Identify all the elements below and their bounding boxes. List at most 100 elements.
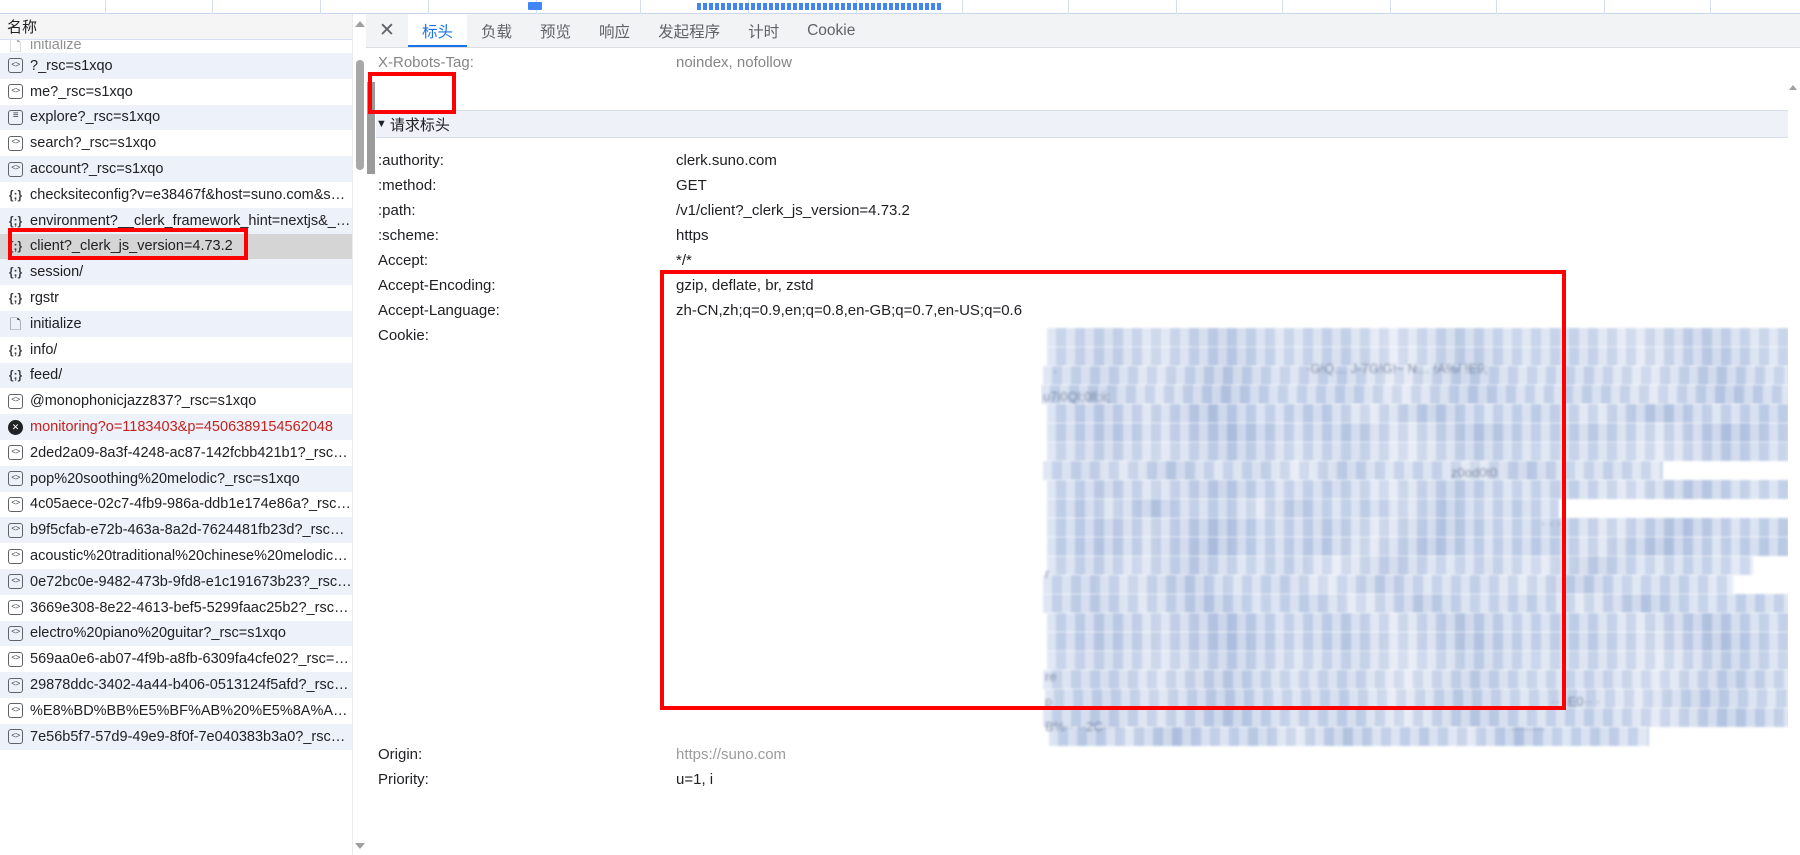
- request-list-item[interactable]: <> 7e56b5f7-57d9-49e9-8f0f-7e040383b3a0?_…: [0, 723, 352, 750]
- code-icon: <>: [8, 84, 23, 100]
- request-headers-section-toggle[interactable]: ▼ 请求标头: [366, 110, 1800, 138]
- request-list-item[interactable]: <> 0e72bc0e-9482-473b-9fd8-e1c191673b23?_…: [0, 568, 352, 595]
- tab-4[interactable]: 发起程序: [644, 14, 734, 47]
- request-list-item[interactable]: <> %E8%BD%BB%E5%BF%AB%20%E5%8A%A8%E…: [0, 697, 352, 724]
- json-icon: {;}: [8, 213, 23, 228]
- tab-3[interactable]: 响应: [585, 14, 644, 47]
- overview-tick: [105, 0, 106, 14]
- code-icon: <>: [8, 445, 23, 461]
- detail-triangle-up-icon[interactable]: [1789, 85, 1797, 90]
- overview-tick: [1604, 0, 1605, 14]
- detail-gutter-thumb[interactable]: [367, 82, 375, 174]
- header-row: Accept-Language: zh-CN,zh;q=0.9,en;q=0.8,…: [366, 298, 1800, 323]
- detail-left-gutter[interactable]: [366, 82, 376, 855]
- code-icon: <>: [8, 393, 23, 409]
- request-list-item[interactable]: <> me?_rsc=s1xqo: [0, 78, 352, 105]
- request-list-item[interactable]: <> @monophonicjazz837?_rsc=s1xqo: [0, 388, 352, 415]
- request-list-item[interactable]: {;} info/: [0, 336, 352, 363]
- code-icon: <>: [8, 522, 23, 538]
- redaction-line: [1047, 480, 1800, 499]
- triangle-down-icon[interactable]: [354, 840, 365, 851]
- request-list-item[interactable]: <> ?_rsc=s1xqo: [0, 53, 352, 79]
- request-list-item-label: 0e72bc0e-9482-473b-9fd8-e1c191673b23?_rs…: [30, 573, 352, 590]
- request-list-item[interactable]: <> search?_rsc=s1xqo: [0, 130, 352, 157]
- request-list-item[interactable]: <> 4c05aece-02c7-4fb9-986a-ddb1e174e86a?_…: [0, 491, 352, 518]
- request-list-item[interactable]: 🗋 initialize: [0, 310, 352, 337]
- overview-tick: [1496, 0, 1497, 14]
- request-list-item[interactable]: ✕ monitoring?o=1183403&p=4506389154562048: [0, 414, 352, 440]
- request-list-item[interactable]: {;} feed/: [0, 362, 352, 389]
- request-list-scrollbar[interactable]: [352, 14, 365, 855]
- overview-request-bar[interactable]: [697, 3, 942, 10]
- redaction-line: [1047, 423, 1800, 442]
- request-list-item[interactable]: ≡ explore?_rsc=s1xqo: [0, 104, 352, 131]
- request-list-item[interactable]: <> b9f5cfab-e72b-463a-8a2d-7624481fb23d?_…: [0, 517, 352, 544]
- redaction-text-fragment: re: [1045, 669, 1057, 684]
- tab-0[interactable]: 标头: [408, 14, 468, 47]
- request-list-item[interactable]: {;} rgstr: [0, 285, 352, 311]
- header-value: /v1/client?_clerk_js_version=4.73.2: [676, 202, 910, 219]
- request-list-item[interactable]: <> electro%20piano%20guitar?_rsc=s1xqo: [0, 620, 352, 647]
- request-list-item[interactable]: {;} client?_clerk_js_version=4.73.2: [0, 233, 352, 260]
- request-list-item-label: me?_rsc=s1xqo: [30, 83, 133, 100]
- header-value: gzip, deflate, br, zstd: [676, 277, 814, 294]
- overview-tick: [1068, 0, 1069, 14]
- redaction-text-fragment: ·G!Q… J-7G!G!~ N… !A%/ !E9;: [1306, 361, 1488, 376]
- request-list-item[interactable]: <> 29878ddc-3402-4a44-b406-0513124f5afd?_…: [0, 672, 352, 698]
- json-icon: {;}: [8, 239, 23, 254]
- detail-tabbar: ✕ 标头 负载 预览 响应 发起程序 计时 Cookie: [366, 14, 1800, 48]
- overview-tick: [1176, 0, 1177, 14]
- code-icon: <>: [8, 496, 23, 512]
- code-icon: <>: [8, 703, 23, 719]
- code-icon: <>: [8, 135, 23, 151]
- json-icon: {;}: [8, 342, 23, 357]
- redaction-line: [1043, 594, 1800, 613]
- redaction-line: [1041, 385, 1800, 404]
- request-list-item[interactable]: <> 569aa0e6-ab07-4f9b-a8fb-6309fa4cfe02?_…: [0, 646, 352, 673]
- tab-6[interactable]: Cookie: [793, 14, 869, 47]
- request-list-item[interactable]: <> 2ded2a09-8a3f-4248-ac87-142fcbb421b1?_…: [0, 439, 352, 466]
- redaction-line: [1047, 404, 1800, 423]
- request-list-item-label: ?_rsc=s1xqo: [30, 57, 113, 74]
- column-header-name-label: 名称: [7, 19, 38, 36]
- overview-tick: [428, 0, 429, 14]
- close-icon[interactable]: ✕: [366, 14, 408, 47]
- triangle-up-icon[interactable]: [354, 18, 365, 29]
- scrollbar-thumb[interactable]: [355, 60, 364, 170]
- request-list-item-label: checksiteconfig?v=e38467f&host=suno.com&…: [30, 186, 346, 203]
- request-list-column-header[interactable]: 名称: [0, 14, 352, 40]
- header-key: Priority:: [378, 771, 429, 788]
- redaction-line: [1043, 708, 1800, 727]
- json-icon: {;}: [8, 265, 23, 280]
- request-list-item-label: initialize: [30, 315, 82, 332]
- tab-5[interactable]: 计时: [734, 14, 793, 47]
- request-list-item-label: environment?__clerk_framework_hint=nextj…: [30, 212, 351, 229]
- tab-1[interactable]: 负载: [467, 14, 526, 47]
- header-key: Cookie:: [378, 327, 429, 344]
- request-list-item[interactable]: {;} session/: [0, 259, 352, 286]
- code-icon: <>: [8, 677, 23, 693]
- header-key: Accept-Language:: [378, 302, 500, 319]
- request-list-item[interactable]: <> 3669e308-8e22-4613-bef5-5299faac25b2?_…: [0, 594, 352, 621]
- header-value: */*: [676, 252, 692, 269]
- detail-scrollbar[interactable]: [1788, 82, 1800, 855]
- overview-request-bar[interactable]: [528, 2, 542, 10]
- request-list-item[interactable]: <> account?_rsc=s1xqo: [0, 156, 352, 182]
- header-value: u=1, i: [676, 771, 714, 788]
- code-icon: <>: [8, 471, 23, 487]
- header-row: Accept-Encoding: gzip, deflate, br, zstd: [366, 273, 1800, 298]
- request-list-item[interactable]: <> pop%20soothing%20melodic?_rsc=s1xqo: [0, 465, 352, 492]
- header-value: https://suno.com: [676, 746, 787, 763]
- request-list-item[interactable]: <> acoustic%20traditional%20chinese%20mel…: [0, 543, 352, 569]
- request-list[interactable]: 🗋 initialize <> ?_rsc=s1xqo <> me?_rsc=s1xqo ≡…: [0, 40, 352, 750]
- request-list-item[interactable]: {;} checksiteconfig?v=e38467f&host=suno.c…: [0, 181, 352, 208]
- request-list-item-label: account?_rsc=s1xqo: [30, 161, 164, 178]
- request-list-item-label: monitoring?o=1183403&p=4506389154562048: [30, 419, 333, 436]
- request-list-item[interactable]: 🗋 initialize: [0, 40, 352, 53]
- network-overview-timeline[interactable]: [0, 0, 1800, 14]
- tab-2[interactable]: 预览: [526, 14, 585, 47]
- json-icon: {;}: [8, 368, 23, 383]
- request-list-item[interactable]: {;} environment?__clerk_framework_hint=ne…: [0, 207, 352, 234]
- request-list-item-label: 7e56b5f7-57d9-49e9-8f0f-7e040383b3a0?_rs…: [30, 728, 346, 745]
- redaction-line: [1047, 537, 1800, 556]
